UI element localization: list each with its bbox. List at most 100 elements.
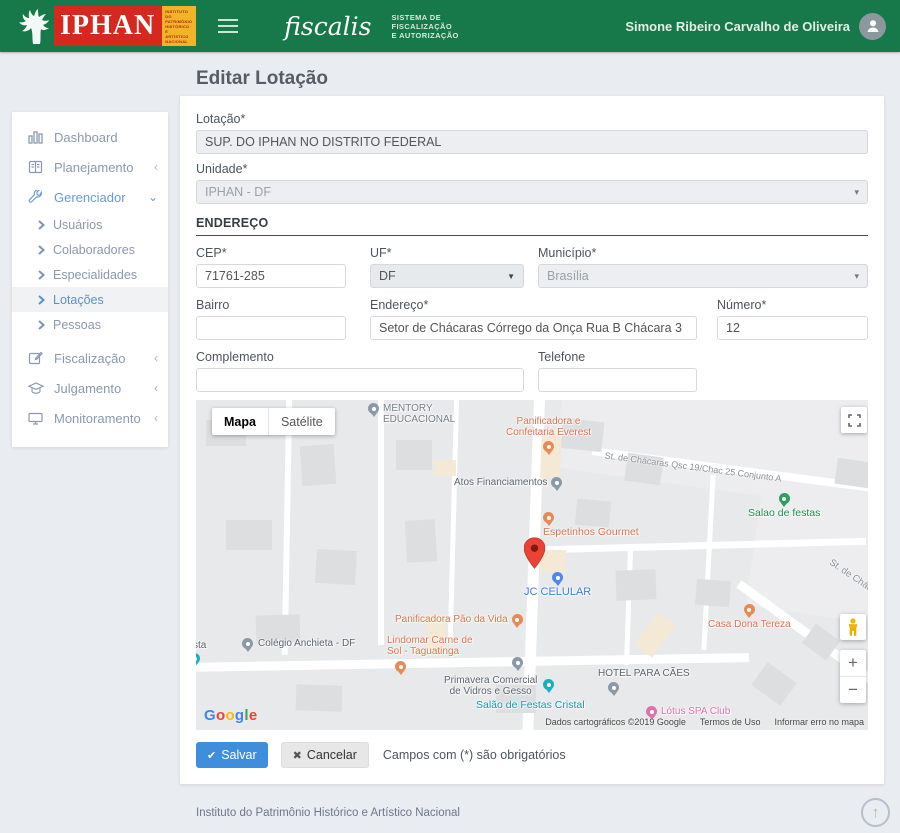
book-icon (28, 159, 45, 175)
map-poi-partial-sta[interactable]: sta (196, 640, 206, 651)
map-poi-cristal[interactable]: Salão de Festas Cristal (476, 700, 585, 711)
user-name[interactable]: Simone Ribeiro Carvalho de Oliveira (625, 19, 850, 34)
map-poi-espetinhos[interactable]: Espetinhos Gourmet (543, 512, 639, 538)
map-poi-mentory[interactable]: MENTORY EDUCACIONAL (368, 403, 455, 425)
map-poi-salao-festas[interactable]: Salao de festas (748, 493, 820, 519)
pegman-button[interactable] (840, 614, 866, 640)
poi-label: Espetinhos Gourmet (543, 527, 639, 538)
poi-label: sta (196, 640, 206, 651)
map-poi-atos[interactable]: Atos Financiamentos (454, 477, 562, 488)
required-fields-note: Campos com (*) são obrigatórios (383, 748, 566, 762)
location-marker-icon[interactable] (524, 537, 545, 574)
hotel-pin-icon (608, 682, 619, 693)
map-poi-pao-da-vida[interactable]: Panificadora Pão da Vida (395, 614, 523, 625)
map-poi-jc-celular[interactable]: JC CELULAR (524, 572, 591, 598)
save-button[interactable]: ✔ Salvar (196, 742, 268, 768)
iphan-caption-line: Histórico e (165, 24, 193, 34)
restaurant-pin-icon (744, 604, 755, 615)
sidebar-subitem-colaboradores[interactable]: Colaboradores (12, 237, 168, 262)
uf-value: DF (379, 269, 507, 283)
sidebar-item-fiscalizacao[interactable]: Fiscalização ‹ (12, 343, 168, 373)
caret-down-icon: ▾ (854, 271, 859, 282)
map-poi-hotel-caes[interactable]: HOTEL PARA CÃES (598, 668, 690, 693)
sidebar-item-gerenciador[interactable]: Gerenciador ⌄ (12, 182, 168, 212)
unidade-select[interactable]: IPHAN - DF ▾ (196, 180, 868, 204)
scroll-to-top-button[interactable]: ↑ (861, 798, 890, 827)
sidebar-subitem-label: Especialidades (53, 268, 137, 282)
fullscreen-button[interactable] (841, 407, 867, 433)
sidebar-item-label: Gerenciador (54, 190, 148, 205)
map-poi-colegio-anchieta[interactable]: Colégio Anchieta - DF (242, 638, 355, 649)
app-header: IPHAN Instituto do Patrimônio Histórico … (0, 0, 900, 52)
sidebar-subitem-especialidades[interactable]: Especialidades (12, 262, 168, 287)
map-poi-everest[interactable]: Panificadora e Confeitaria Everest (506, 416, 591, 452)
gerenciador-submenu: Usuários Colaboradores Especialidades Lo… (12, 212, 168, 337)
map-poi-dona-tereza[interactable]: Casa Dona Tereza (708, 604, 791, 630)
cep-label: CEP* (196, 246, 346, 260)
map-type-map-button[interactable]: Mapa (212, 408, 268, 435)
cancel-button[interactable]: ✖ Cancelar (281, 742, 369, 768)
sidebar-item-monitoramento[interactable]: Monitoramento ‹ (12, 403, 168, 433)
edit-square-icon (28, 350, 45, 366)
monitor-icon (28, 410, 45, 426)
endereco-input[interactable] (370, 316, 697, 340)
report-map-error-link[interactable]: Informar erro no mapa (774, 717, 864, 727)
google-logo-letter: e (249, 707, 258, 724)
complemento-input[interactable] (196, 368, 524, 392)
lotacao-label: Lotação* (196, 112, 868, 126)
restaurant-pin-icon (543, 441, 554, 452)
terms-of-use-link[interactable]: Termos de Uso (700, 717, 761, 727)
iphan-logo[interactable]: IPHAN Instituto do Patrimônio Histórico … (14, 6, 196, 46)
building-block (405, 519, 437, 563)
iphan-tree-icon (14, 6, 54, 46)
cep-input[interactable] (196, 264, 346, 288)
building-block (315, 549, 357, 585)
map-poi-partial-pin[interactable] (196, 653, 200, 664)
lotacao-input[interactable] (196, 130, 868, 154)
map-poi-primavera[interactable]: Primavera Comercial de Vidros e Gesso (444, 675, 537, 697)
attraction-pin-icon (543, 679, 554, 690)
sidebar-item-planejamento[interactable]: Planejamento ‹ (12, 152, 168, 182)
google-logo[interactable]: Google (204, 707, 258, 724)
sidebar-subitem-lotacoes[interactable]: Lotações (12, 287, 168, 312)
map-poi-lotus-spa[interactable]: Lótus SPA Club (646, 706, 730, 717)
map-poi-cristal-pin[interactable] (543, 679, 554, 690)
map-poi-lindomar[interactable]: Lindomar Carne de Sol - Taguatinga (387, 635, 473, 672)
google-logo-letter: G (204, 707, 216, 724)
uf-select[interactable]: DF ▼ (370, 264, 524, 288)
zoom-in-button[interactable]: + (840, 650, 866, 677)
google-map[interactable]: MENTORY EDUCACIONAL Panificadora e Confe… (196, 400, 868, 730)
attribution-data: Dados cartográficos ©2019 Google (545, 717, 686, 727)
poi-label: MENTORY EDUCACIONAL (383, 403, 455, 425)
numero-input[interactable] (717, 316, 868, 340)
municipio-label: Município* (538, 246, 868, 260)
numero-label: Número* (717, 298, 868, 312)
map-type-satellite-button[interactable]: Satélite (268, 408, 335, 435)
restaurant-pin-icon (512, 614, 523, 625)
x-icon: ✖ (293, 749, 302, 762)
map-zoom-control: + − (840, 650, 866, 703)
sidebar-subitem-usuarios[interactable]: Usuários (12, 212, 168, 237)
arrow-up-icon: ↑ (872, 804, 880, 821)
fiscalis-brand: fiscalis (284, 12, 371, 41)
poi-label: Colégio Anchieta - DF (258, 638, 355, 649)
bairro-input[interactable] (196, 316, 346, 340)
sidebar-toggle-icon[interactable] (218, 15, 238, 37)
building-block (615, 569, 656, 600)
road (624, 550, 633, 665)
map-poi-primavera-pin[interactable] (512, 657, 523, 668)
sidebar-item-label: Planejamento (54, 160, 154, 175)
building-block (296, 684, 343, 712)
municipio-value: Brasília (547, 269, 854, 283)
footer-institution-name: Instituto do Patrimônio Histórico e Artí… (196, 807, 460, 819)
telefone-input[interactable] (538, 368, 697, 392)
sidebar-subitem-pessoas[interactable]: Pessoas (12, 312, 168, 337)
sidebar-subitem-label: Lotações (53, 293, 104, 307)
user-avatar-icon[interactable] (859, 13, 886, 40)
shopping-pin-icon (552, 572, 563, 583)
zoom-out-button[interactable]: − (840, 677, 866, 703)
sidebar-item-dashboard[interactable]: Dashboard (12, 122, 168, 152)
municipio-select[interactable]: Brasília ▾ (538, 264, 868, 288)
building-block (751, 662, 797, 706)
sidebar-item-julgamento[interactable]: Julgamento ‹ (12, 373, 168, 403)
